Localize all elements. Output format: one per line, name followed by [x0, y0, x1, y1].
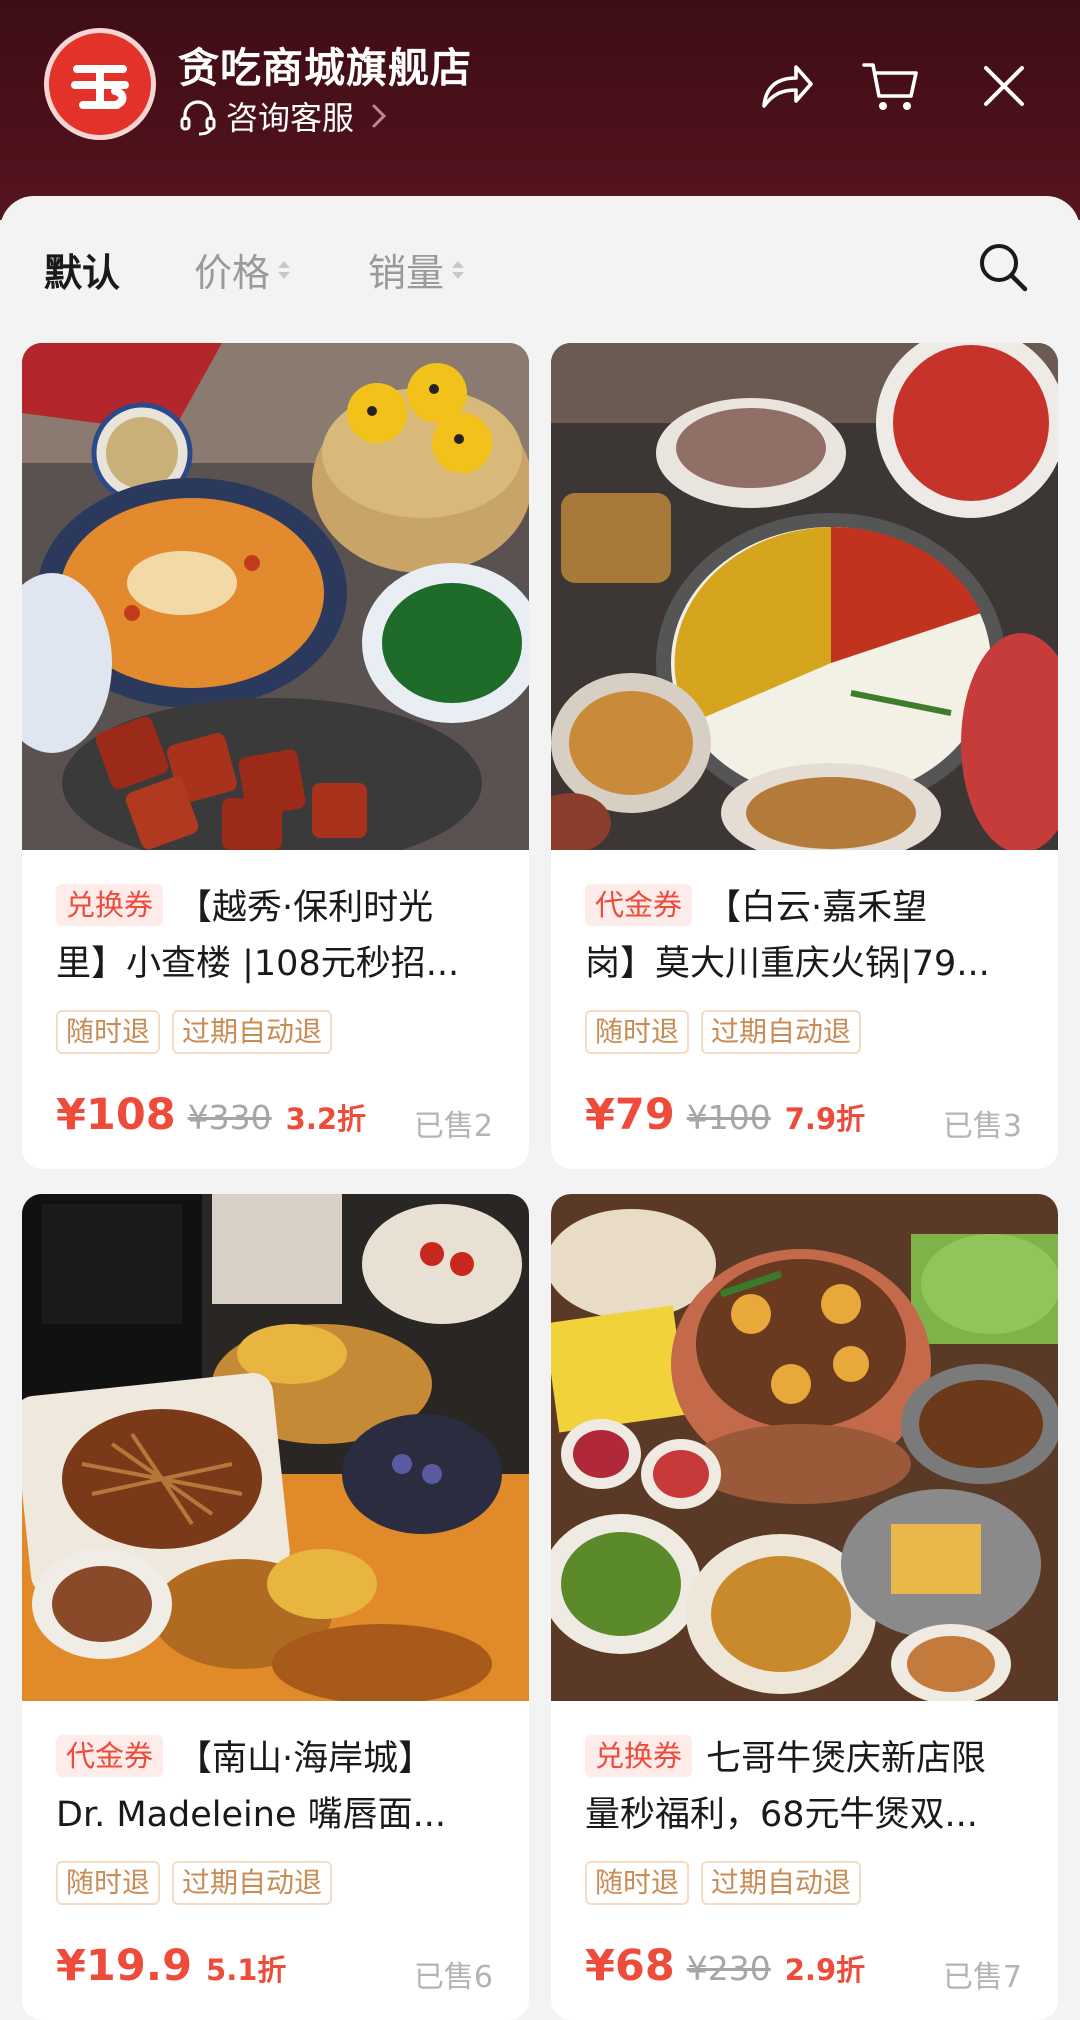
product-card[interactable]: 代金券 【南山·海岸城】 Dr. Madeleine 嘴唇面... 随时退 过期自…	[22, 1194, 529, 2020]
sale-price: ¥79	[585, 1090, 675, 1140]
auto-refund-tag: 过期自动退	[172, 1010, 333, 1054]
product-title[interactable]: 代金券 【南山·海岸城】 Dr. Madeleine 嘴唇面...	[56, 1731, 496, 1843]
price-row: ¥19.9 5.1折	[56, 1941, 286, 1991]
store-logo-icon[interactable]	[44, 28, 156, 140]
product-image[interactable]	[22, 1194, 529, 1701]
search-icon[interactable]	[976, 240, 1030, 294]
title-line-2: 里】小查楼 |108元秒招...	[56, 944, 460, 984]
refund-anytime-tag: 随时退	[56, 1010, 161, 1054]
sale-price: ¥108	[56, 1090, 176, 1140]
store-logo-glyph	[71, 65, 129, 109]
sold-count: 已售3	[942, 1109, 1022, 1144]
hotpot-photo	[551, 343, 1058, 850]
product-info: 代金券 【白云·嘉禾望 岗】莫大川重庆火锅|79... 随时退 过期自动退 ¥79…	[551, 850, 1058, 1169]
beef-pot-photo	[551, 1194, 1058, 1701]
product-card[interactable]: 兑换券 七哥牛煲庆新店限 量秒福利，68元牛煲双... 随时退 过期自动退 ¥68…	[551, 1194, 1058, 2020]
sort-default-label: 默认	[44, 251, 121, 295]
voucher-badge: 兑换券	[56, 884, 164, 926]
title-line-1: 【白云·嘉禾望	[706, 888, 928, 928]
discount-label: 7.9折	[784, 1102, 866, 1136]
refund-tags: 随时退 过期自动退	[585, 1861, 862, 1905]
title-line-2: 岗】莫大川重庆火锅|79...	[585, 944, 990, 984]
title-line-1: 【南山·海岸城】	[177, 1739, 434, 1779]
auto-refund-tag: 过期自动退	[172, 1861, 333, 1905]
cart-icon[interactable]	[860, 56, 920, 116]
discount-label: 3.2折	[285, 1102, 367, 1136]
product-info: 兑换券 七哥牛煲庆新店限 量秒福利，68元牛煲双... 随时退 过期自动退 ¥68…	[551, 1701, 1058, 2020]
sort-bar: 默认 价格 销量	[0, 196, 1080, 340]
product-card[interactable]: 兑换券 【越秀·保利时光 里】小查楼 |108元秒招... 随时退 过期自动退 ¥…	[22, 343, 529, 1169]
close-icon[interactable]	[974, 56, 1034, 116]
title-line-1: 七哥牛煲庆新店限	[706, 1739, 987, 1779]
refund-tags: 随时退 过期自动退	[56, 1010, 333, 1054]
product-card[interactable]: 代金券 【白云·嘉禾望 岗】莫大川重庆火锅|79... 随时退 过期自动退 ¥79…	[551, 343, 1058, 1169]
sort-price-label: 价格	[194, 251, 271, 295]
sale-price: ¥19.9	[56, 1941, 193, 1991]
title-line-1: 【越秀·保利时光	[177, 888, 434, 928]
sort-arrows-icon	[452, 260, 465, 279]
product-info: 代金券 【南山·海岸城】 Dr. Madeleine 嘴唇面... 随时退 过期自…	[22, 1701, 529, 2020]
refund-tags: 随时退 过期自动退	[585, 1010, 862, 1054]
product-list-panel: 默认 价格 销量 兑换券 【越秀·保利时光 里】小查楼 |108元秒招... 随…	[0, 196, 1080, 2020]
store-header: 贪吃商城旗舰店 咨询客服	[0, 0, 1080, 220]
refund-anytime-tag: 随时退	[585, 1861, 690, 1905]
refund-anytime-tag: 随时退	[56, 1861, 161, 1905]
original-price: ¥330	[187, 1098, 272, 1137]
price-row: ¥108 ¥330 3.2折	[56, 1090, 366, 1140]
share-icon[interactable]	[756, 56, 816, 116]
sale-price: ¥68	[585, 1941, 675, 1991]
sort-sales-tab[interactable]: 销量	[368, 242, 465, 297]
sold-count: 已售6	[413, 1960, 493, 1995]
sort-sales-label: 销量	[368, 251, 445, 295]
pastry-photo	[22, 1194, 529, 1701]
auto-refund-tag: 过期自动退	[701, 1010, 862, 1054]
sold-count: 已售7	[942, 1960, 1022, 1995]
voucher-badge: 代金券	[56, 1735, 164, 1777]
product-info: 兑换券 【越秀·保利时光 里】小查楼 |108元秒招... 随时退 过期自动退 ¥…	[22, 850, 529, 1169]
product-image[interactable]	[551, 1194, 1058, 1701]
refund-tags: 随时退 过期自动退	[56, 1861, 333, 1905]
product-image[interactable]	[22, 343, 529, 850]
sort-price-tab[interactable]: 价格	[194, 242, 291, 297]
refund-anytime-tag: 随时退	[585, 1010, 690, 1054]
price-row: ¥68 ¥230 2.9折	[585, 1941, 865, 1991]
product-title[interactable]: 兑换券 七哥牛煲庆新店限 量秒福利，68元牛煲双...	[585, 1731, 1025, 1843]
sold-count: 已售2	[413, 1109, 493, 1144]
voucher-badge: 兑换券	[585, 1735, 693, 1777]
sort-arrows-icon	[278, 260, 291, 279]
original-price: ¥100	[686, 1098, 771, 1137]
price-row: ¥79 ¥100 7.9折	[585, 1090, 865, 1140]
customer-service-link[interactable]: 咨询客服	[178, 94, 390, 138]
title-line-2: 量秒福利，68元牛煲双...	[585, 1795, 978, 1835]
customer-service-label: 咨询客服	[226, 99, 355, 137]
chevron-right-icon	[372, 104, 387, 128]
store-name[interactable]: 贪吃商城旗舰店	[178, 34, 472, 94]
discount-label: 5.1折	[206, 1953, 287, 1987]
title-line-2: Dr. Madeleine 嘴唇面...	[56, 1795, 446, 1835]
discount-label: 2.9折	[784, 1953, 866, 1987]
product-image[interactable]	[551, 343, 1058, 850]
headset-icon	[180, 100, 216, 136]
product-title[interactable]: 代金券 【白云·嘉禾望 岗】莫大川重庆火锅|79...	[585, 880, 1025, 992]
original-price: ¥230	[686, 1949, 771, 1988]
sort-default-tab[interactable]: 默认	[44, 242, 120, 297]
auto-refund-tag: 过期自动退	[701, 1861, 862, 1905]
product-title[interactable]: 兑换券 【越秀·保利时光 里】小查楼 |108元秒招...	[56, 880, 496, 992]
voucher-badge: 代金券	[585, 884, 693, 926]
dim-sum-photo	[22, 343, 529, 850]
